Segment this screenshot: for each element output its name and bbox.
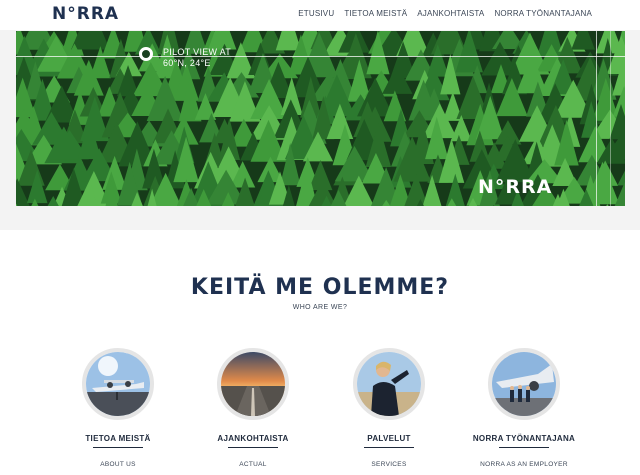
nav-ajankohtaista[interactable]: AJANKOHTAISTA — [417, 9, 484, 18]
hero-logo: N°RRA — [478, 176, 553, 198]
airplane-photo — [86, 352, 150, 416]
pilot-view-icon — [139, 47, 153, 61]
hero-section: PILOT VIEW AT 60°N, 24°E N°RRA — [0, 30, 640, 230]
card-divider — [364, 447, 414, 448]
card-title-actual: AJANKOHTAISTA — [217, 434, 289, 443]
nav-etusivu[interactable]: ETUSIVU — [298, 9, 334, 18]
site-header: N°RRA ETUSIVU TIETOA MEISTÄ AJANKOHTAIST… — [0, 0, 640, 30]
card-actual[interactable]: AJANKOHTAISTA ACTUAL — [193, 348, 313, 468]
nav-norra-tyonantajana[interactable]: NORRA TYÖNANTAJANA — [494, 9, 592, 18]
pilot-view-line1: PILOT VIEW AT — [163, 47, 232, 57]
card-divider — [228, 447, 278, 448]
card-title-services: PALVELUT — [367, 434, 411, 443]
runway-sunset-photo — [221, 352, 285, 416]
card-image-runway[interactable] — [217, 348, 289, 420]
card-image-crew[interactable] — [488, 348, 560, 420]
attendant-photo — [357, 352, 421, 416]
main-nav: ETUSIVU TIETOA MEISTÄ AJANKOHTAISTA NORR… — [298, 9, 592, 18]
card-subtitle-actual: ACTUAL — [239, 461, 267, 468]
hero-guide-line-vertical — [596, 31, 597, 206]
hero-banner: PILOT VIEW AT 60°N, 24°E N°RRA — [16, 31, 625, 206]
card-subtitle-employer: NORRA AS AN EMPLOYER — [480, 461, 568, 468]
card-services[interactable]: PALVELUT SERVICES — [329, 348, 449, 468]
site-logo[interactable]: N°RRA — [52, 4, 119, 24]
card-about-us[interactable]: TIETOA MEISTÄ ABOUT US — [58, 348, 178, 468]
card-image-airplane[interactable] — [82, 348, 154, 420]
about-title: KEITÄ ME OLEMME? — [190, 275, 450, 300]
card-subtitle-about: ABOUT US — [100, 461, 136, 468]
crew-photo — [492, 352, 556, 416]
pilot-view-label: PILOT VIEW AT 60°N, 24°E — [163, 47, 231, 69]
card-employer[interactable]: NORRA TYÖNANTAJANA NORRA AS AN EMPLOYER — [464, 348, 584, 468]
card-image-attendant[interactable] — [353, 348, 425, 420]
hero-guide-line — [16, 56, 625, 57]
nav-tietoa-meista[interactable]: TIETOA MEISTÄ — [344, 9, 407, 18]
card-subtitle-services: SERVICES — [371, 461, 407, 468]
card-title-about: TIETOA MEISTÄ — [85, 434, 151, 443]
pilot-view-coordinates: 60°N, 24°E — [163, 58, 211, 68]
card-divider — [499, 447, 549, 448]
card-divider — [93, 447, 143, 448]
card-title-employer: NORRA TYÖNANTAJANA — [472, 434, 576, 443]
about-subtitle: WHO ARE WE? — [292, 304, 348, 311]
hero-guide-line-vertical-2 — [610, 31, 611, 206]
